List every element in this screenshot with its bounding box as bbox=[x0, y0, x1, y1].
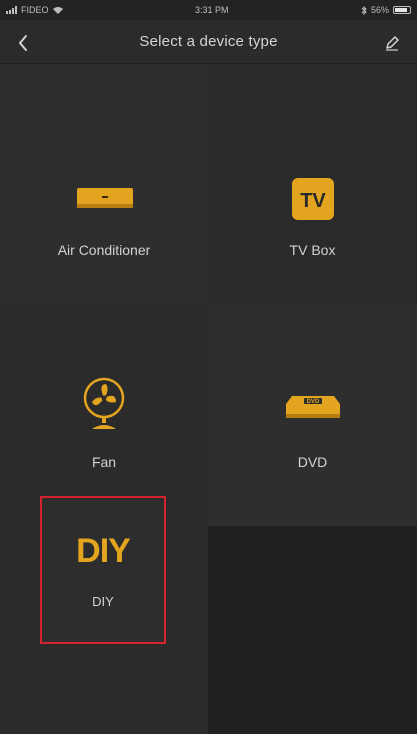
status-bar: FIDEO 3:31 PM 56% bbox=[0, 0, 417, 20]
device-label-diy: DIY bbox=[92, 594, 114, 609]
empty-grid-cell bbox=[208, 526, 417, 734]
nav-bar: Select a device type bbox=[0, 20, 417, 64]
status-right: 56% bbox=[361, 5, 411, 15]
device-tile-fan[interactable]: Fan bbox=[0, 304, 208, 526]
wifi-icon bbox=[52, 7, 63, 14]
status-time: 3:31 PM bbox=[194, 5, 229, 15]
status-left: FIDEO bbox=[6, 5, 63, 15]
battery-icon bbox=[393, 6, 411, 14]
device-label-air-conditioner: Air Conditioner bbox=[57, 242, 151, 258]
edit-button[interactable] bbox=[381, 32, 403, 54]
bluetooth-icon bbox=[361, 5, 367, 15]
page-title: Select a device type bbox=[139, 33, 278, 50]
tv-box-icon-text: TV bbox=[300, 190, 326, 212]
diy-icon: DIY bbox=[76, 532, 131, 570]
chevron-left-icon bbox=[19, 35, 27, 51]
air-conditioner-icon bbox=[75, 182, 135, 214]
dvd-icon-text: DVD bbox=[307, 399, 320, 405]
device-tile-diy[interactable]: DIY DIY bbox=[40, 496, 166, 644]
device-tile-dvd[interactable]: DVD DVD bbox=[208, 304, 417, 526]
signal-icon bbox=[6, 6, 17, 14]
device-label-fan: Fan bbox=[91, 454, 117, 470]
device-label-tv-box: TV Box bbox=[289, 242, 336, 258]
device-tile-air-conditioner[interactable]: Air Conditioner bbox=[0, 64, 208, 304]
device-tile-tv-box[interactable]: TV TV Box bbox=[208, 64, 417, 304]
pencil-icon bbox=[386, 36, 399, 51]
back-button[interactable] bbox=[12, 32, 34, 54]
carrier-name: FIDEO bbox=[21, 5, 49, 15]
device-label-dvd: DVD bbox=[297, 454, 328, 470]
fan-icon bbox=[80, 376, 128, 432]
dvd-icon: DVD bbox=[282, 390, 344, 426]
tv-box-icon: TV bbox=[290, 176, 336, 222]
battery-percent: 56% bbox=[370, 5, 389, 15]
